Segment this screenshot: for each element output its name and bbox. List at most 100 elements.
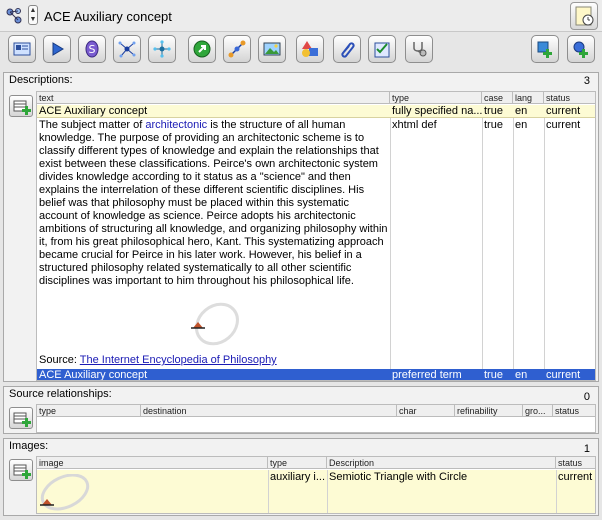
row-status: current [546, 119, 581, 131]
concept-title: ACE Auxiliary concept [44, 9, 172, 24]
play-button[interactable] [43, 35, 71, 63]
source-relationships-table: type destination char refinability gro..… [36, 404, 596, 433]
shortcut-button[interactable]: S [78, 35, 106, 63]
column-header-type[interactable]: type [37, 405, 141, 417]
row-type: fully specified na... [392, 105, 482, 117]
source-relationships-title: Source relationships: [9, 388, 112, 400]
notepad-clock-icon [575, 6, 594, 26]
source-relationships-count: 0 [583, 391, 590, 403]
definition-text: The subject matter of architectonic is t… [39, 119, 389, 288]
row-description: Semiotic Triangle with Circle [329, 471, 468, 483]
taxonomy-icon [118, 41, 136, 58]
shortcut-icon: S [85, 40, 99, 58]
svg-text:S: S [89, 43, 96, 56]
row-case: true [484, 369, 503, 381]
row-case: true [484, 105, 503, 117]
column-header-lang[interactable]: lang [513, 92, 544, 104]
column-divider [268, 470, 269, 513]
table-row[interactable]: ACE Auxiliary concept fully specified na… [37, 105, 595, 118]
source-relationships-panel: Source relationships: 0 type destination… [3, 386, 599, 434]
column-header-char[interactable]: char [397, 405, 455, 417]
table-row-selected[interactable]: ACE Auxiliary concept preferred term tru… [37, 369, 595, 381]
semiotic-triangle-image [191, 302, 239, 346]
play-icon [52, 42, 64, 56]
column-header-status[interactable]: status [556, 457, 595, 469]
concept-view-icon [13, 42, 31, 56]
add-concept-icon [537, 41, 552, 58]
add-row-icon [13, 100, 31, 115]
column-header-description[interactable]: Description [327, 457, 556, 469]
column-header-case[interactable]: case [482, 92, 513, 104]
row-lang: en [515, 119, 528, 131]
row-status: current [546, 369, 581, 381]
descriptions-count: 3 [583, 75, 590, 87]
go-icon [193, 40, 211, 58]
images-table: image type Description status auxiliary … [36, 456, 596, 514]
row-status: current [558, 471, 593, 483]
row-text: ACE Auxiliary concept [39, 105, 148, 117]
row-lang: en [515, 105, 528, 117]
column-header-group[interactable]: gro... [523, 405, 553, 417]
column-header-refinability[interactable]: refinability [455, 405, 523, 417]
definition-text-rest: is the structure of all human knowledge.… [39, 119, 388, 287]
history-stepper[interactable]: ▲ ▼ [28, 5, 38, 25]
column-divider [556, 470, 557, 513]
row-type: preferred term [392, 369, 462, 381]
shapes-icon [302, 41, 318, 57]
add-concept-button[interactable] [531, 35, 559, 63]
add-image-button[interactable] [9, 459, 33, 481]
add-child-button[interactable] [567, 35, 595, 63]
source-link[interactable]: The Internet Encyclopedia of Philosophy [80, 354, 277, 366]
descriptions-panel: Descriptions: 3 text type case lang stat… [3, 72, 599, 382]
column-header-text[interactable]: text [37, 92, 390, 104]
concept-hierarchy-icon[interactable] [4, 6, 24, 26]
hierarchy-icon [153, 40, 171, 58]
add-relationship-button[interactable] [9, 407, 33, 429]
row-case: true [484, 119, 503, 131]
add-row-icon [13, 412, 31, 427]
semiotic-triangle-thumbnail [40, 474, 90, 511]
images-count: 1 [583, 443, 590, 455]
column-header-status[interactable]: status [553, 405, 595, 417]
row-type: auxiliary i... [270, 471, 326, 483]
row-lang: en [515, 369, 528, 381]
descriptions-title: Descriptions: [9, 74, 73, 86]
table-row[interactable]: auxiliary i... Semiotic Triangle with Ci… [37, 470, 595, 513]
images-title: Images: [9, 440, 49, 452]
column-header-status[interactable]: status [544, 92, 595, 104]
image-button[interactable] [258, 35, 286, 63]
definition-text-start: The subject matter of [39, 119, 146, 131]
stethoscope-icon [413, 42, 427, 57]
column-header-destination[interactable]: destination [141, 405, 397, 417]
checklist-icon [374, 42, 390, 58]
attachment-icon [341, 42, 355, 58]
concept-view-button[interactable] [8, 35, 36, 63]
stethoscope-button[interactable] [405, 35, 433, 63]
row-type: xhtml def [392, 119, 437, 131]
row-status: current [546, 105, 581, 117]
column-header-type[interactable]: type [268, 457, 327, 469]
attachment-button[interactable] [333, 35, 361, 63]
history-button[interactable] [570, 2, 598, 30]
descriptions-table: text type case lang status ACE Auxiliary… [36, 91, 596, 381]
relationship-button[interactable] [223, 35, 251, 63]
taxonomy-button[interactable] [113, 35, 141, 63]
row-text: ACE Auxiliary concept [39, 369, 148, 381]
images-panel: Images: 1 image type Description status … [3, 438, 599, 516]
add-child-icon [573, 41, 588, 58]
image-icon [263, 42, 281, 56]
source-label: Source: [39, 354, 80, 366]
go-button[interactable] [188, 35, 216, 63]
concept-header: ▲ ▼ ACE Auxiliary concept [0, 0, 602, 32]
checklist-button[interactable] [368, 35, 396, 63]
shapes-button[interactable] [296, 35, 324, 63]
architectonic-link[interactable]: architectonic [145, 119, 207, 131]
column-header-image[interactable]: image [37, 457, 268, 469]
relationship-icon [228, 40, 246, 58]
add-row-icon [13, 464, 31, 479]
column-header-type[interactable]: type [390, 92, 482, 104]
column-divider [327, 470, 328, 513]
add-description-button[interactable] [9, 95, 33, 117]
hierarchy-button[interactable] [148, 35, 176, 63]
source-line: Source: The Internet Encyclopedia of Phi… [37, 354, 387, 367]
